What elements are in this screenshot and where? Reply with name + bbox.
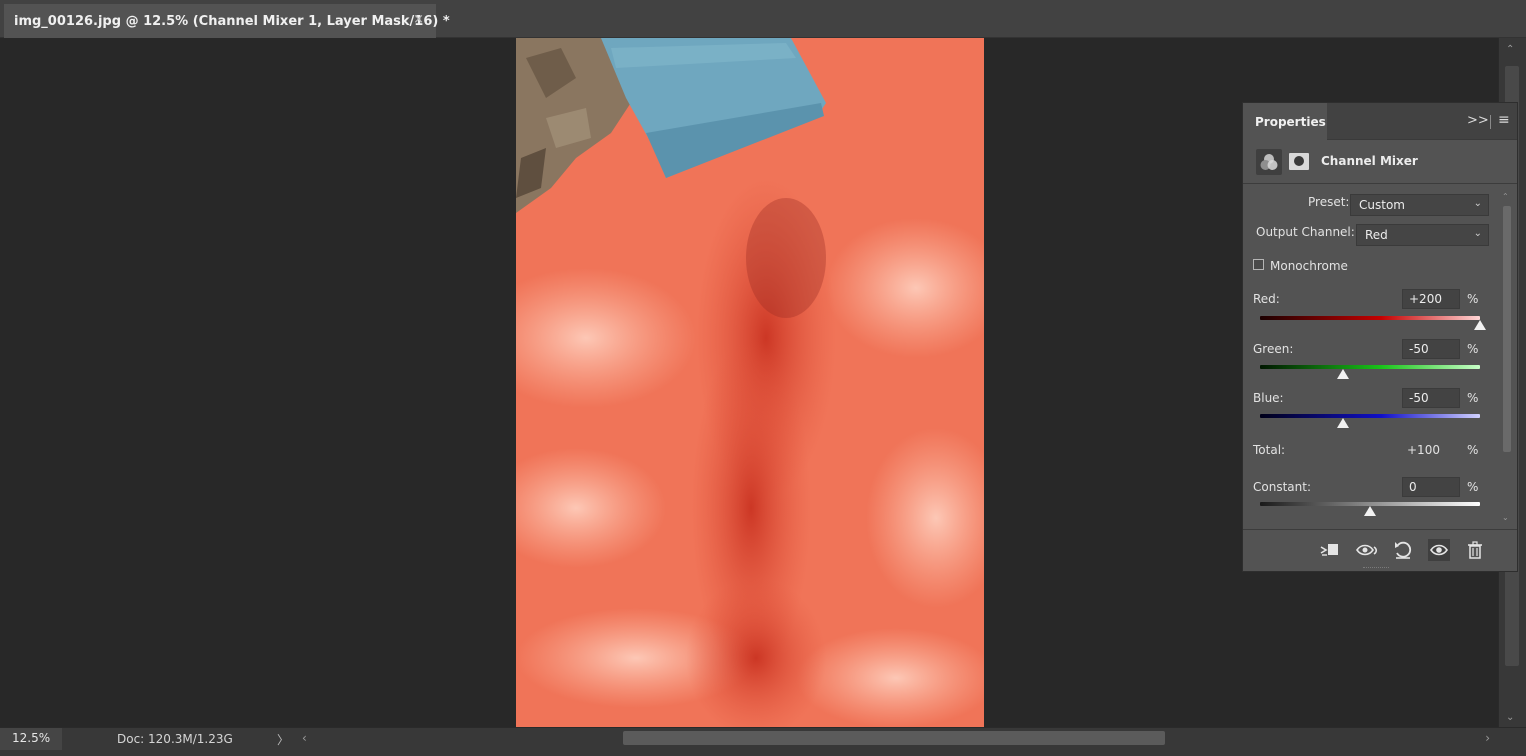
total-label: Total:	[1253, 443, 1286, 457]
blue-slider-track[interactable]	[1260, 414, 1480, 418]
blue-percent: %	[1467, 391, 1479, 405]
toggle-visibility-button[interactable]	[1428, 539, 1450, 561]
scroll-left-icon[interactable]: ‹	[302, 731, 307, 745]
red-percent: %	[1467, 292, 1479, 306]
reset-button[interactable]	[1392, 539, 1414, 561]
properties-footer	[1243, 529, 1517, 571]
view-previous-state-button[interactable]	[1356, 539, 1378, 561]
properties-panel: Properties >> ≡ Channel Mixer Preset: Cu…	[1242, 102, 1518, 572]
preset-select-value: Custom	[1359, 198, 1405, 212]
constant-percent: %	[1467, 480, 1479, 494]
output-channel-value: Red	[1365, 228, 1388, 242]
red-value-field[interactable]: +200	[1402, 289, 1460, 309]
scroll-down-icon[interactable]: ⌄	[1506, 712, 1514, 723]
green-percent: %	[1467, 342, 1479, 356]
blue-slider-thumb[interactable]	[1336, 418, 1349, 428]
eye-previous-icon	[1356, 544, 1378, 556]
constant-label: Constant:	[1253, 480, 1311, 494]
monochrome-checkbox[interactable]	[1253, 259, 1264, 270]
total-percent: %	[1467, 443, 1479, 457]
chevron-down-icon: ⌄	[1473, 198, 1482, 209]
monochrome-label: Monochrome	[1270, 259, 1348, 273]
output-channel-label: Output Channel:	[1256, 225, 1355, 239]
photo-artwork	[516, 38, 984, 727]
close-icon[interactable]: ×	[413, 12, 424, 27]
properties-tab-bar: Properties >> ≡	[1243, 103, 1517, 140]
document-tab[interactable]: img_00126.jpg @ 12.5% (Channel Mixer 1, …	[4, 4, 450, 38]
preset-select[interactable]: Custom ⌄	[1350, 194, 1489, 216]
red-slider-thumb[interactable]	[1474, 320, 1486, 330]
delete-button[interactable]	[1464, 539, 1486, 561]
adjustment-header: Channel Mixer	[1243, 140, 1517, 184]
total-value: +100	[1407, 443, 1440, 457]
chevron-right-icon[interactable]: 〉	[277, 731, 289, 748]
horizontal-scrollbar[interactable]: ‹ ›	[296, 728, 1498, 750]
chevron-down-icon: ⌄	[1473, 228, 1482, 239]
document-tab-title: img_00126.jpg @ 12.5% (Channel Mixer 1, …	[14, 13, 450, 29]
panel-scrollbar-thumb[interactable]	[1503, 206, 1511, 452]
document-image	[516, 38, 984, 727]
green-slider-track[interactable]	[1260, 365, 1480, 369]
clip-to-layer-icon	[1320, 544, 1338, 556]
resize-grip[interactable]	[1363, 567, 1389, 570]
channel-mixer-icon[interactable]	[1256, 149, 1282, 175]
clip-to-layer-button[interactable]	[1318, 539, 1340, 561]
scroll-right-icon[interactable]: ›	[1485, 731, 1490, 745]
document-tab-bar: img_00126.jpg @ 12.5% (Channel Mixer 1, …	[0, 0, 1526, 38]
output-channel-select[interactable]: Red ⌄	[1356, 224, 1489, 246]
preset-label: Preset:	[1308, 195, 1350, 209]
collapse-panel-icon[interactable]: >>	[1467, 113, 1489, 128]
zoom-level-field[interactable]: 12.5%	[0, 728, 62, 750]
tab-properties[interactable]: Properties	[1243, 103, 1327, 140]
panel-scrollbar[interactable]: ⌃ ⌄	[1501, 192, 1513, 522]
green-value-field[interactable]: -50	[1402, 339, 1460, 359]
constant-slider-thumb[interactable]	[1364, 506, 1376, 516]
layer-mask-icon[interactable]	[1289, 153, 1309, 170]
horizontal-scrollbar-thumb[interactable]	[623, 731, 1165, 745]
eye-icon	[1430, 544, 1448, 556]
reset-icon	[1395, 541, 1412, 559]
constant-value-field[interactable]: 0	[1402, 477, 1460, 497]
red-label: Red:	[1253, 292, 1280, 306]
scroll-up-icon[interactable]: ⌃	[1502, 192, 1509, 201]
scroll-up-icon[interactable]: ⌃	[1506, 44, 1514, 55]
blue-label: Blue:	[1253, 391, 1284, 405]
trash-icon	[1468, 541, 1482, 559]
scroll-down-icon[interactable]: ⌄	[1502, 513, 1509, 522]
document-info: Doc: 120.3M/1.23G	[117, 732, 233, 746]
panel-menu-icon[interactable]: ≡	[1498, 112, 1510, 128]
status-bar: 12.5% Doc: 120.3M/1.23G 〉 ‹ ›	[0, 727, 1526, 756]
properties-body: Preset: Custom ⌄ Output Channel: Red ⌄ M…	[1243, 184, 1517, 530]
blue-value-field[interactable]: -50	[1402, 388, 1460, 408]
green-slider-thumb[interactable]	[1336, 369, 1349, 379]
divider	[1490, 115, 1491, 129]
red-slider-track[interactable]	[1260, 316, 1480, 320]
adjustment-title: Channel Mixer	[1321, 154, 1418, 168]
green-label: Green:	[1253, 342, 1294, 356]
